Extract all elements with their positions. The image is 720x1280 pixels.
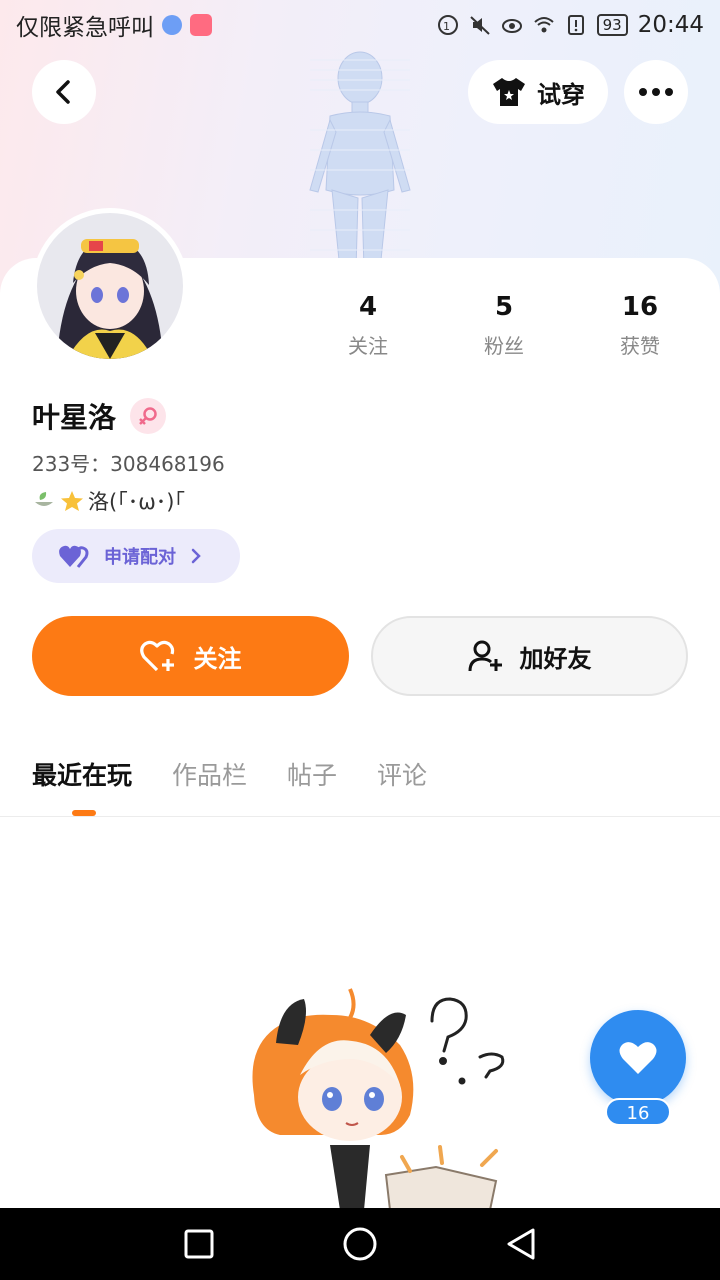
more-options-button[interactable] — [624, 60, 688, 124]
mute-icon — [469, 16, 490, 35]
notification-app-icon — [190, 14, 212, 36]
stat-likes[interactable]: 16 获赞 — [572, 292, 708, 359]
tab-works[interactable]: 作品栏 — [172, 756, 247, 792]
recent-apps-icon[interactable] — [183, 1228, 215, 1260]
network-app-icon — [162, 15, 182, 35]
wifi-icon — [533, 17, 554, 33]
status-bar: 仅限紧急呼叫 1 93 20:44 — [0, 0, 720, 50]
clock: 20:44 — [637, 12, 704, 38]
stat-label: 粉丝 — [484, 334, 524, 358]
eye-comfort-icon — [501, 19, 522, 33]
profile-tabs: 最近在玩 作品栏 帖子 评论 — [32, 756, 427, 792]
stat-value: 16 — [621, 292, 659, 322]
follow-button[interactable]: 关注 — [32, 616, 349, 696]
system-navigation-bar — [0, 1208, 720, 1280]
stat-fans[interactable]: 5 粉丝 — [436, 292, 572, 359]
user-bio: 洛(｢･ω･)｢ — [32, 486, 185, 516]
data-saver-icon: 1 — [437, 15, 458, 35]
name-row: 叶星洛 — [32, 396, 167, 436]
heart-plus-icon — [139, 640, 174, 672]
like-count-badge: 16 — [605, 1098, 671, 1126]
active-tab-indicator — [72, 810, 96, 816]
username: 叶星洛 — [32, 401, 117, 434]
apply-pair-label: 申请配对 — [104, 547, 176, 568]
stat-value: 4 — [358, 292, 378, 322]
tabs-divider — [0, 816, 720, 817]
avatar[interactable] — [32, 208, 188, 364]
tab-posts[interactable]: 帖子 — [287, 756, 337, 792]
add-friend-label: 加好友 — [519, 644, 592, 673]
stat-value: 5 — [494, 292, 514, 322]
try-on-button[interactable]: 试穿 — [468, 60, 608, 124]
tshirt-icon — [493, 78, 525, 106]
chevron-left-icon — [56, 80, 70, 104]
double-heart-icon — [59, 545, 89, 568]
carrier-text: 仅限紧急呼叫 — [16, 15, 154, 41]
female-gender-icon — [130, 398, 167, 434]
tab-comments[interactable]: 评论 — [377, 756, 427, 792]
avatar-mannequin-figure — [309, 51, 411, 270]
star-icon — [61, 491, 83, 511]
battery-indicator: 93 — [596, 14, 628, 36]
chevron-right-icon — [191, 548, 201, 564]
home-icon[interactable] — [342, 1226, 378, 1262]
back-triangle-icon[interactable] — [505, 1227, 537, 1261]
more-dots-icon — [639, 88, 673, 96]
sim-alert-icon — [567, 15, 584, 35]
profile-stats: 4 关注 5 粉丝 16 获赞 — [300, 292, 720, 359]
add-friend-button[interactable]: 加好友 — [371, 616, 688, 696]
svg-text:1: 1 — [443, 20, 450, 33]
stat-following[interactable]: 4 关注 — [300, 292, 436, 359]
tab-recently-played[interactable]: 最近在玩 — [32, 756, 132, 792]
bio-text: 洛(｢･ω･)｢ — [88, 490, 185, 514]
follow-label: 关注 — [193, 644, 242, 673]
stat-label: 关注 — [348, 334, 388, 358]
stat-label: 获赞 — [620, 334, 660, 358]
try-on-label: 试穿 — [537, 80, 585, 109]
back-button[interactable] — [32, 60, 96, 124]
like-fab-button[interactable] — [590, 1010, 686, 1106]
heart-icon — [619, 1042, 657, 1074]
add-user-icon — [468, 640, 502, 672]
apply-pair-button[interactable]: 申请配对 — [32, 529, 240, 583]
anime-avatar-image — [37, 213, 183, 359]
user-id: 233号：308468196 — [32, 452, 225, 476]
leaf-cup-icon — [35, 492, 53, 506]
empty-state-illustration — [252, 988, 505, 1210]
